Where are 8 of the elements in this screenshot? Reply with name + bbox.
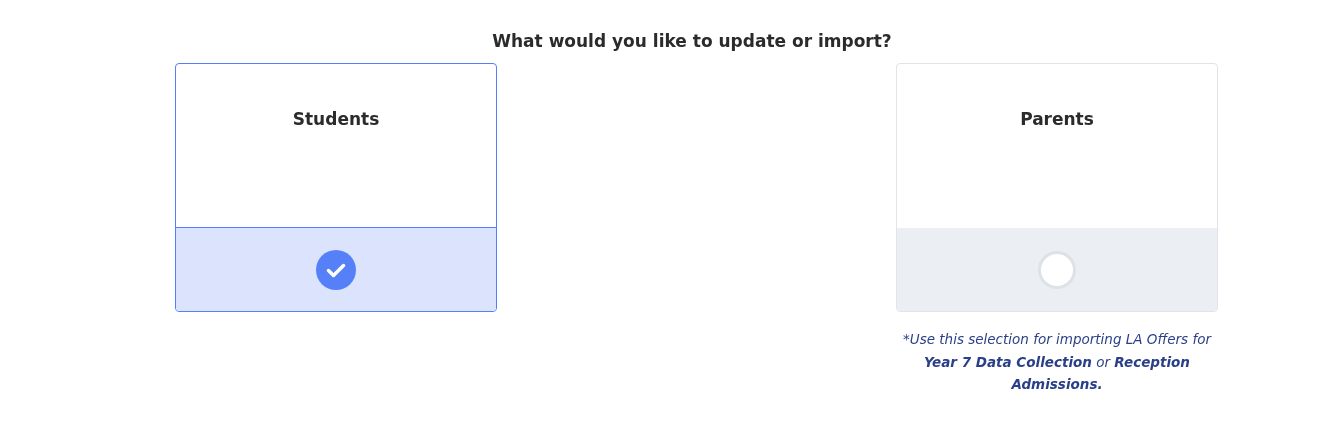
page-heading: What would you like to update or import? [491, 30, 893, 52]
card-title: Parents [1019, 108, 1095, 131]
checkmark-icon [316, 249, 356, 290]
card-title: Students [291, 108, 381, 131]
radio-circle-icon [1037, 249, 1077, 290]
option-card[interactable]: Students [175, 63, 497, 312]
option-card[interactable]: Parents [896, 63, 1218, 312]
note-text: *Use this selection for importing LA Offers for Year 7 Data Collection or Reception Admissions. [902, 330, 1212, 394]
